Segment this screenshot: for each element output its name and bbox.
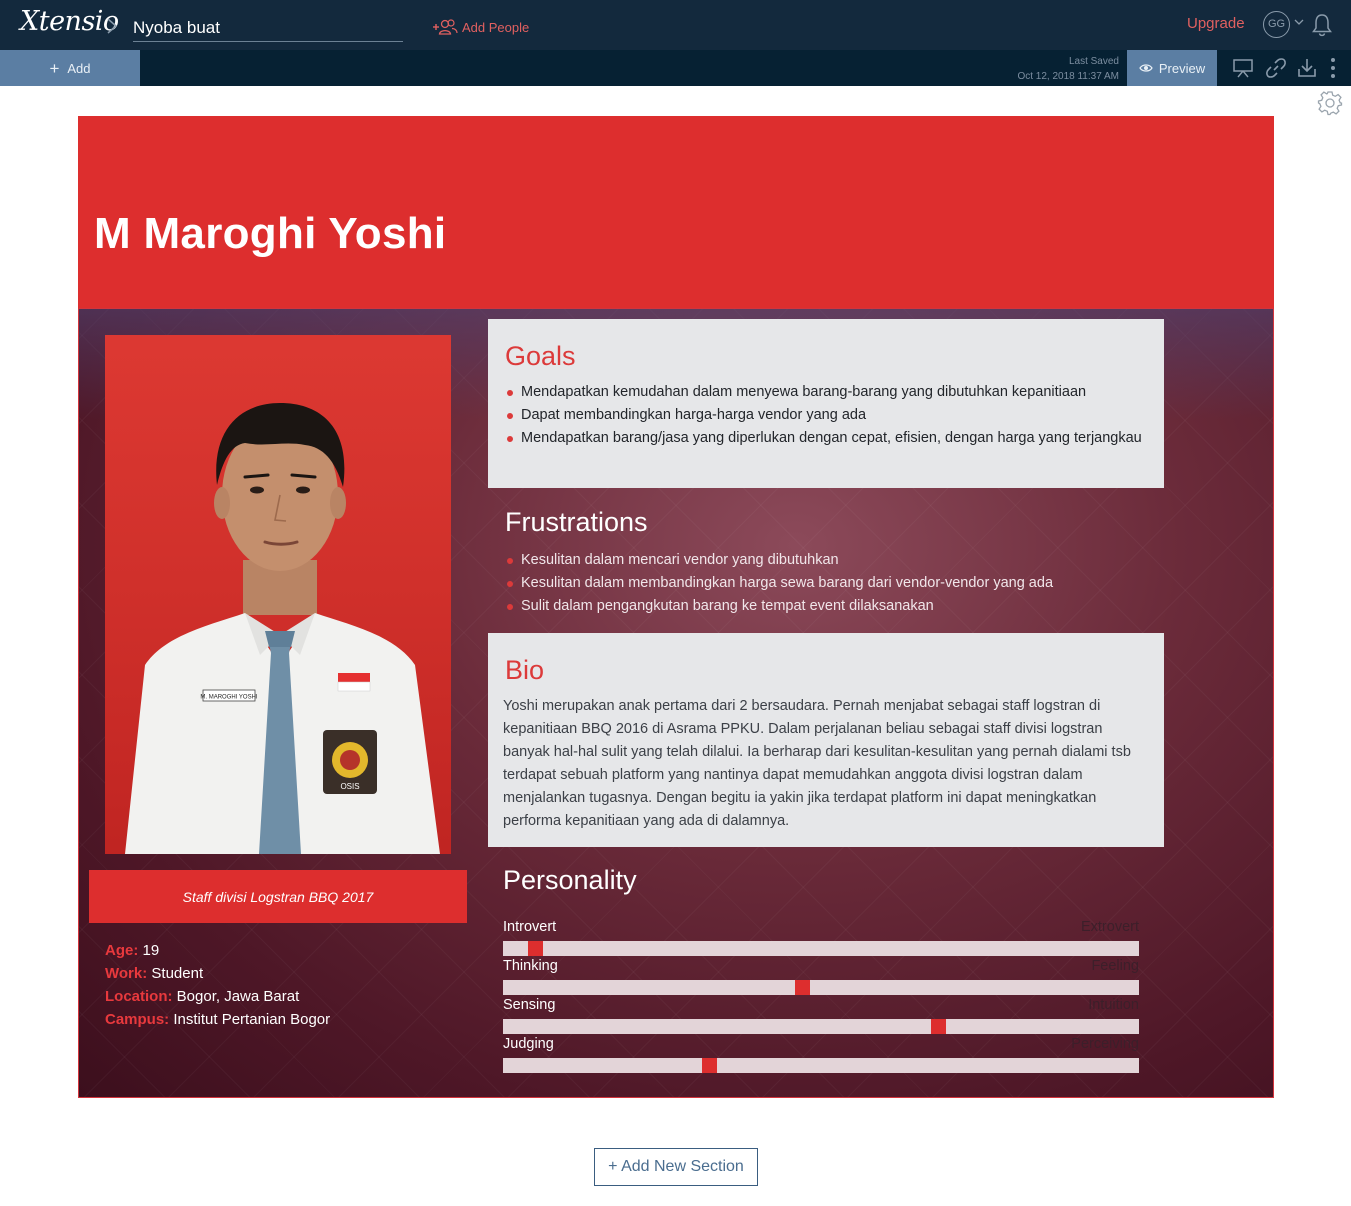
trait-sensing-intuition: Sensing Intuition (503, 997, 1139, 1036)
frustrations-list: Kesulitan dalam mencari vendor yang dibu… (505, 549, 1145, 617)
download-icon[interactable] (1296, 57, 1318, 79)
link-icon[interactable] (1265, 57, 1287, 79)
fact-age-value: 19 (142, 942, 160, 959)
add-button-label: Add (67, 60, 91, 76)
fact-campus: Campus: Institut Pertanian Bogor (105, 1008, 330, 1031)
fact-location-label: Location: (105, 988, 173, 1005)
trait-left-label: Introvert (503, 919, 557, 935)
plus-icon: + (49, 58, 60, 78)
trait-slider-track[interactable] (503, 1019, 1139, 1034)
add-new-section-button[interactable]: + Add New Section (594, 1148, 758, 1186)
notification-bell-icon[interactable] (1311, 12, 1333, 38)
add-people-icon (433, 19, 458, 35)
goal-item: Mendapatkan kemudahan dalam menyewa bara… (505, 381, 1145, 404)
goal-item: Mendapatkan barang/jasa yang diperlukan … (505, 427, 1145, 450)
trait-right-label: Feeling (1091, 958, 1139, 974)
fact-location-value: Bogor, Jawa Barat (176, 988, 300, 1005)
goal-item: Dapat membandingkan harga-harga vendor y… (505, 404, 1145, 427)
more-options-icon[interactable] (1327, 57, 1339, 79)
trait-right-label: Intuition (1088, 997, 1139, 1013)
trait-slider-handle[interactable] (528, 941, 543, 956)
eye-icon (1139, 64, 1153, 72)
top-bar: Xtensio Nyoba buat Add People Upgrade GG (0, 0, 1351, 50)
trait-slider-track[interactable] (503, 941, 1139, 956)
fact-age-label: Age: (105, 942, 139, 959)
fact-work-label: Work: (105, 965, 148, 982)
last-saved-label: Last Saved (1068, 56, 1119, 67)
persona-portrait-illustration: M. MAROGHI YOSHI OSIS (105, 335, 451, 854)
fact-work-value: Student (151, 965, 204, 982)
frustration-item: Kesulitan dalam membandingkan harga sewa… (505, 572, 1145, 595)
trait-left-label: Sensing (503, 997, 556, 1013)
app-logo[interactable]: Xtensio (20, 6, 119, 37)
last-saved-status: Last Saved Oct 12, 2018 11:37 AM (1017, 54, 1119, 84)
add-button[interactable]: + Add (0, 50, 140, 86)
persona-name[interactable]: M Maroghi Yoshi (94, 209, 446, 259)
last-saved-time: Oct 12, 2018 11:37 AM (1017, 71, 1119, 82)
preview-label: Preview (1158, 60, 1206, 76)
chevron-down-icon[interactable] (1294, 18, 1304, 26)
editor-toolbar: + Add Last Saved Oct 12, 2018 11:37 AM P… (0, 50, 1351, 86)
goals-list: Mendapatkan kemudahan dalam menyewa bara… (505, 381, 1145, 449)
present-icon[interactable] (1232, 57, 1254, 79)
trait-slider-track[interactable] (503, 1058, 1139, 1073)
add-people-button[interactable]: Add People (432, 18, 529, 36)
photo-caption[interactable]: Staff divisi Logstran BBQ 2017 (89, 870, 467, 923)
bio-card[interactable]: Bio Yoshi merupakan anak pertama dari 2 … (488, 633, 1164, 847)
persona-photo[interactable]: M. MAROGHI YOSHI OSIS (105, 335, 451, 854)
photo-badge-text: OSIS (340, 782, 359, 791)
personality-title: Personality (503, 865, 637, 895)
persona-header: M Maroghi Yoshi (78, 116, 1274, 308)
bio-text: Yoshi merupakan anak pertama dari 2 bers… (503, 698, 1131, 829)
trait-right-label: Perceiving (1071, 1036, 1139, 1052)
user-avatar[interactable]: GG (1263, 11, 1290, 38)
trait-slider-handle[interactable] (795, 980, 810, 995)
frustration-item: Kesulitan dalam mencari vendor yang dibu… (505, 549, 1145, 572)
trait-slider-track[interactable] (503, 980, 1139, 995)
frustrations-title: Frustrations (505, 507, 648, 537)
bio-title: Bio (505, 655, 545, 685)
photo-name-tag: M. MAROGHI YOSHI (200, 695, 258, 701)
trait-introvert-extrovert: Introvert Extrovert (503, 919, 1139, 958)
goals-card[interactable]: Goals Mendapatkan kemudahan dalam menyew… (488, 319, 1164, 488)
trait-left-label: Thinking (503, 958, 558, 974)
upgrade-link[interactable]: Upgrade (1187, 15, 1245, 32)
trait-slider-handle[interactable] (702, 1058, 717, 1073)
trait-judging-perceiving: Judging Perceiving (503, 1036, 1139, 1075)
fact-work: Work: Student (105, 962, 330, 985)
persona-facts: Age: 19 Work: Student Location: Bogor, J… (105, 939, 330, 1031)
goals-title: Goals (505, 341, 576, 371)
chevron-right-icon (107, 18, 118, 34)
trait-left-label: Judging (503, 1036, 554, 1052)
fact-location: Location: Bogor, Jawa Barat (105, 985, 330, 1008)
document-title-input[interactable]: Nyoba buat (133, 14, 403, 42)
fact-age: Age: 19 (105, 939, 330, 962)
trait-thinking-feeling: Thinking Feeling (503, 958, 1139, 997)
fact-campus-value: Institut Pertanian Bogor (173, 1011, 331, 1028)
add-people-label: Add People (462, 19, 530, 35)
trait-slider-handle[interactable] (931, 1019, 946, 1034)
settings-gear-icon[interactable] (1317, 90, 1343, 116)
preview-button[interactable]: Preview (1127, 50, 1217, 86)
trait-right-label: Extrovert (1080, 919, 1139, 935)
fact-campus-label: Campus: (105, 1011, 170, 1028)
persona-body: M. MAROGHI YOSHI OSIS Staff divisi Logst… (78, 308, 1274, 1098)
frustration-item: Sulit dalam pengangkutan barang ke tempa… (505, 595, 1145, 618)
